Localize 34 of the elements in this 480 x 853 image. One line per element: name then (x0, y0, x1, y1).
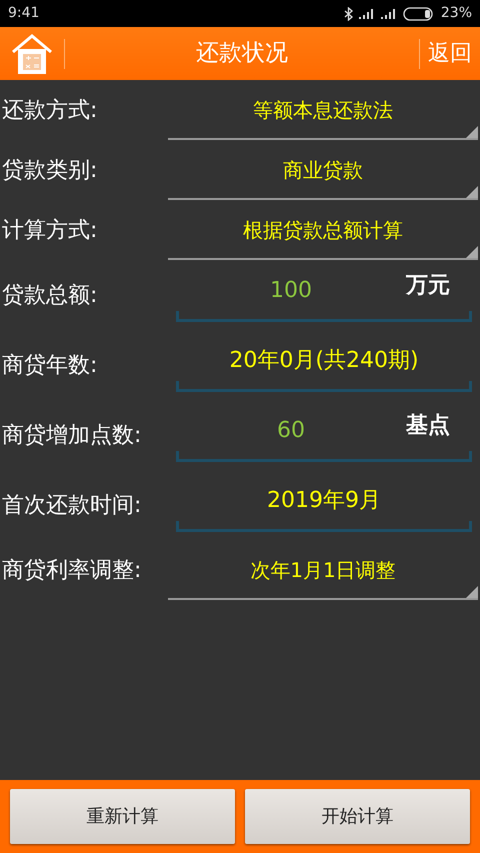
signal-icon (380, 8, 397, 19)
field-label: 贷款总额: (2, 282, 98, 310)
action-button[interactable]: 重新计算 (10, 789, 235, 844)
corner-triangle-icon (466, 246, 478, 258)
field-label: 还款方式: (2, 96, 98, 124)
action-button[interactable]: 开始计算 (245, 789, 470, 844)
dropdown[interactable]: 等额本息还款法 (168, 82, 478, 140)
dropdown[interactable]: 商业贷款 (168, 142, 478, 200)
battery-icon (402, 6, 435, 20)
input-field[interactable]: 60 基点 (176, 406, 472, 462)
corner-triangle-icon (466, 186, 478, 198)
field-label: 计算方式: (2, 216, 98, 244)
picker-field[interactable]: 20年0月(共240期) (176, 336, 472, 392)
field-label: 商贷年数: (2, 352, 98, 380)
unit-label: 万元 (406, 272, 450, 300)
status-time: 9:41 (8, 4, 40, 23)
field-label: 商贷增加点数: (2, 422, 142, 450)
input-field[interactable]: 100 万元 (176, 266, 472, 322)
field-value: 60 (276, 417, 306, 445)
field-label: 首次还款时间: (2, 492, 142, 520)
battery-percent: 23% (440, 4, 472, 23)
dropdown[interactable]: 次年1月1日调整 (168, 542, 478, 600)
corner-triangle-icon (466, 586, 478, 598)
field-label: 贷款类别: (2, 156, 98, 184)
picker-field[interactable]: 2019年9月 (176, 476, 472, 532)
bluetooth-icon (344, 6, 353, 20)
field-label: 商贷利率调整: (2, 556, 142, 584)
home-calculator-icon[interactable] (10, 32, 54, 76)
unit-label: 基点 (406, 412, 450, 440)
page-title: 还款状况 (195, 39, 289, 68)
corner-triangle-icon (466, 126, 478, 138)
field-value: 100 (269, 277, 313, 305)
dropdown[interactable]: 根据贷款总额计算 (168, 202, 478, 260)
signal-icon (358, 8, 375, 19)
